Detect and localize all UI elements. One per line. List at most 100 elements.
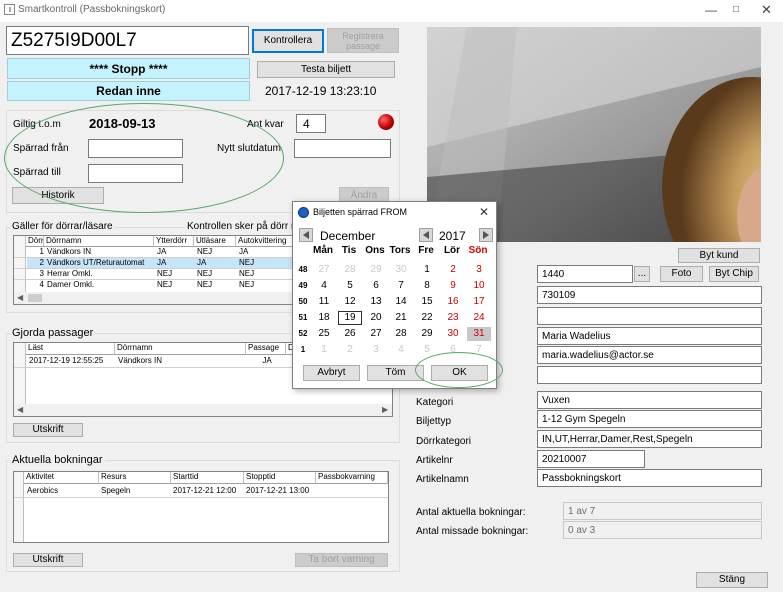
close-button[interactable]: Stäng: [696, 572, 768, 588]
calendar-day[interactable]: 20: [364, 311, 388, 325]
col-header-activity[interactable]: Aktivitet: [24, 472, 99, 484]
col-header-auto-ack[interactable]: Autokvittering: [236, 236, 296, 247]
passages-print-button[interactable]: Utskrift: [13, 423, 83, 437]
col-header-door-id[interactable]: Dörrid: [26, 236, 44, 247]
window-title: Smartkontroll (Passbokningskort): [18, 4, 166, 15]
calendar-day[interactable]: 13: [364, 295, 388, 309]
calendar-day[interactable]: 31: [467, 327, 491, 341]
maximize-icon[interactable]: □: [733, 4, 739, 16]
customer-extra-field[interactable]: [537, 366, 762, 384]
col-header-read[interactable]: Läst: [26, 343, 115, 355]
weekday-wed: Ons: [365, 245, 385, 256]
calendar-day[interactable]: 30: [441, 327, 465, 341]
calendar-day-other-month[interactable]: 1: [312, 343, 336, 357]
calendar-day[interactable]: 7: [389, 279, 413, 293]
dialog-cancel-button[interactable]: Avbryt: [303, 365, 360, 381]
prev-month-icon[interactable]: [299, 228, 313, 242]
customer-number-field[interactable]: 1440: [537, 265, 633, 283]
card-number-field[interactable]: 730109: [537, 286, 762, 304]
category-label: Kategori: [416, 397, 454, 408]
calendar-day[interactable]: 16: [441, 295, 465, 309]
col-header-door-name[interactable]: Dörrnamn: [115, 343, 246, 355]
minimize-icon[interactable]: —: [705, 4, 717, 16]
ticket-number-input[interactable]: Z5275I9D00L7: [6, 26, 249, 55]
bookings-table: Aktivitet Resurs Starttid Stopptid Passb…: [13, 471, 389, 543]
close-icon[interactable]: ✕: [761, 3, 772, 16]
col-header-outer-door[interactable]: Ytterdörr: [154, 236, 194, 247]
dialog-close-icon[interactable]: ✕: [479, 205, 489, 219]
calendar-day[interactable]: 24: [467, 311, 491, 325]
table-row[interactable]: 4 Damer Omkl. NEJ NEJ NEJ: [27, 280, 297, 289]
test-ticket-button[interactable]: Testa biljett: [257, 61, 395, 78]
col-header-passage[interactable]: Passage: [246, 343, 286, 355]
calendar-day[interactable]: 1: [415, 263, 439, 277]
scroll-left-icon[interactable]: ◀: [17, 293, 23, 302]
calendar-day-other-month[interactable]: 27: [312, 263, 336, 277]
change-chip-button[interactable]: Byt Chip: [709, 266, 759, 282]
prev-year-arrow: [423, 231, 429, 239]
calendar-day[interactable]: 28: [389, 327, 413, 341]
calendar-day[interactable]: 26: [338, 327, 362, 341]
customer-name-field[interactable]: Maria Wadelius: [537, 327, 762, 345]
calendar-day[interactable]: 2: [441, 263, 465, 277]
register-passage-button: Registrera passage: [327, 28, 399, 53]
calendar-day[interactable]: 19: [338, 311, 362, 325]
calendar-day[interactable]: 9: [441, 279, 465, 293]
door-category-field: IN,UT,Herrar,Damer,Rest,Spegeln: [537, 430, 762, 448]
col-header-start[interactable]: Starttid: [171, 472, 244, 484]
customer-email-field[interactable]: maria.wadelius@actor.se: [537, 346, 762, 364]
calendar-day[interactable]: 27: [364, 327, 388, 341]
table-row[interactable]: 2017-12-19 12:55:25 Vändkors IN JA: [27, 356, 307, 367]
calendar-day[interactable]: 14: [389, 295, 413, 309]
col-header-booking-warning[interactable]: Passbokvarning: [316, 472, 388, 484]
door-category-label: Dörrkategori: [416, 436, 472, 447]
calendar-day-other-month[interactable]: 3: [364, 343, 388, 357]
calendar-day[interactable]: 22: [415, 311, 439, 325]
calendar-day[interactable]: 4: [312, 279, 336, 293]
week-number: 51: [298, 313, 308, 322]
new-end-date-input[interactable]: [294, 139, 391, 158]
calendar-day[interactable]: 15: [415, 295, 439, 309]
calendar-day-other-month[interactable]: 30: [389, 263, 413, 277]
browse-customer-button[interactable]: ...: [634, 266, 650, 282]
calendar-day[interactable]: 11: [312, 295, 336, 309]
check-button[interactable]: Kontrollera: [252, 29, 324, 53]
scroll-thumb[interactable]: [28, 294, 42, 302]
calendar-day[interactable]: 25: [312, 327, 336, 341]
dialog-title-bar: Biljetten spärrad FROM ✕: [293, 202, 496, 224]
calendar-day[interactable]: 18: [312, 311, 336, 325]
change-customer-button[interactable]: Byt kund: [678, 248, 760, 263]
calendar-day-other-month[interactable]: 2: [338, 343, 362, 357]
col-header-stop[interactable]: Stopptid: [244, 472, 316, 484]
calendar-day[interactable]: 3: [467, 263, 491, 277]
scroll-right-icon[interactable]: ▶: [382, 405, 388, 414]
customer-blank-field[interactable]: [537, 307, 762, 325]
prev-year-icon[interactable]: [419, 228, 433, 242]
article-name-label: Artikelnamn: [416, 474, 469, 485]
calendar-day[interactable]: 21: [389, 311, 413, 325]
prev-month-arrow: [303, 231, 309, 239]
article-number-field: 20210007: [537, 450, 645, 468]
scroll-left-icon[interactable]: ◀: [17, 405, 23, 414]
calendar-day[interactable]: 29: [415, 327, 439, 341]
col-header-door-name[interactable]: Dörrnamn: [44, 236, 154, 247]
bookings-print-button[interactable]: Utskrift: [13, 553, 83, 567]
next-month-icon[interactable]: [479, 228, 493, 242]
col-header-resource[interactable]: Resurs: [99, 472, 171, 484]
calendar-day-other-month[interactable]: 28: [338, 263, 362, 277]
calendar-day[interactable]: 17: [467, 295, 491, 309]
calendar-day[interactable]: 12: [338, 295, 362, 309]
table-row[interactable]: Aerobics Spegeln 2017-12-21 12:00 2017-1…: [25, 486, 388, 497]
missed-bookings-label: Antal missade bokningar:: [416, 526, 529, 537]
calendar-day-other-month[interactable]: 29: [364, 263, 388, 277]
photo-button[interactable]: Foto: [660, 266, 703, 282]
calendar-day[interactable]: 8: [415, 279, 439, 293]
calendar-day[interactable]: 6: [364, 279, 388, 293]
horizontal-scrollbar[interactable]: ◀ ▶: [14, 404, 392, 416]
calendar-day[interactable]: 5: [338, 279, 362, 293]
calendar-day-other-month[interactable]: 4: [389, 343, 413, 357]
calendar-day[interactable]: 10: [467, 279, 491, 293]
col-header-exit-reader[interactable]: Utläsare: [194, 236, 236, 247]
missed-bookings-field: 0 av 3: [563, 521, 762, 539]
calendar-day[interactable]: 23: [441, 311, 465, 325]
